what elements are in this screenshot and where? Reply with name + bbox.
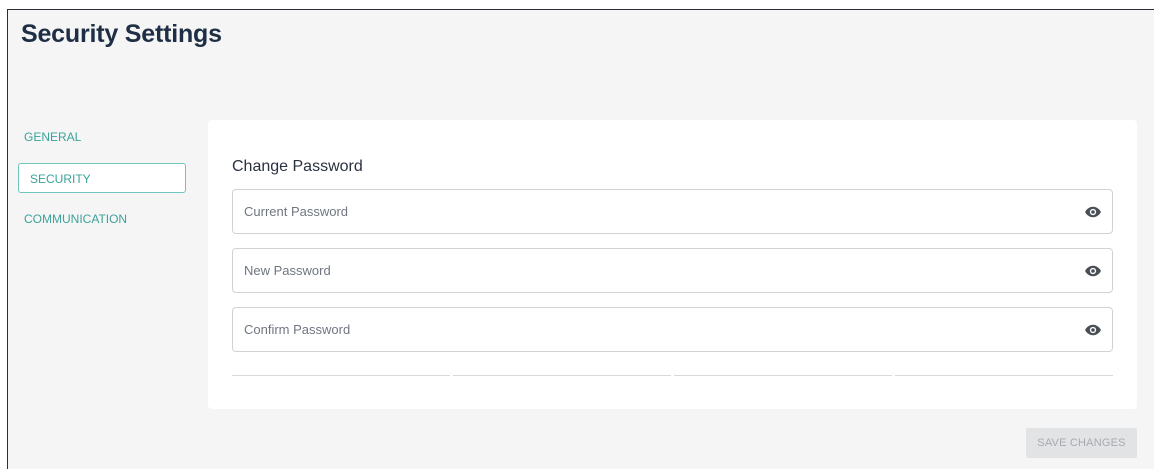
- page-title: Security Settings: [21, 20, 222, 48]
- eye-icon[interactable]: [1084, 262, 1102, 280]
- eye-icon[interactable]: [1084, 321, 1102, 339]
- confirm-password-field: [232, 307, 1113, 352]
- strength-segment: [895, 375, 1113, 376]
- change-password-title: Change Password: [232, 158, 363, 175]
- confirm-password-input[interactable]: [233, 308, 1063, 351]
- eye-icon[interactable]: [1084, 203, 1102, 221]
- settings-sidebar: GENERAL SECURITY COMMUNICATION: [18, 122, 186, 245]
- settings-window: Security Settings GENERAL SECURITY COMMU…: [7, 9, 1154, 469]
- password-strength-meter: [232, 375, 1113, 377]
- change-password-card: Change Password: [208, 120, 1137, 409]
- current-password-input[interactable]: [233, 190, 1063, 233]
- sidebar-item-security[interactable]: SECURITY: [18, 163, 186, 193]
- new-password-input[interactable]: [233, 249, 1063, 292]
- strength-segment: [232, 375, 450, 376]
- strength-segment: [453, 375, 671, 376]
- sidebar-item-communication[interactable]: COMMUNICATION: [18, 204, 186, 234]
- sidebar-item-general[interactable]: GENERAL: [18, 122, 186, 152]
- save-changes-button[interactable]: SAVE CHANGES: [1026, 428, 1137, 458]
- current-password-field: [232, 189, 1113, 234]
- new-password-field: [232, 248, 1113, 293]
- strength-segment: [674, 375, 892, 376]
